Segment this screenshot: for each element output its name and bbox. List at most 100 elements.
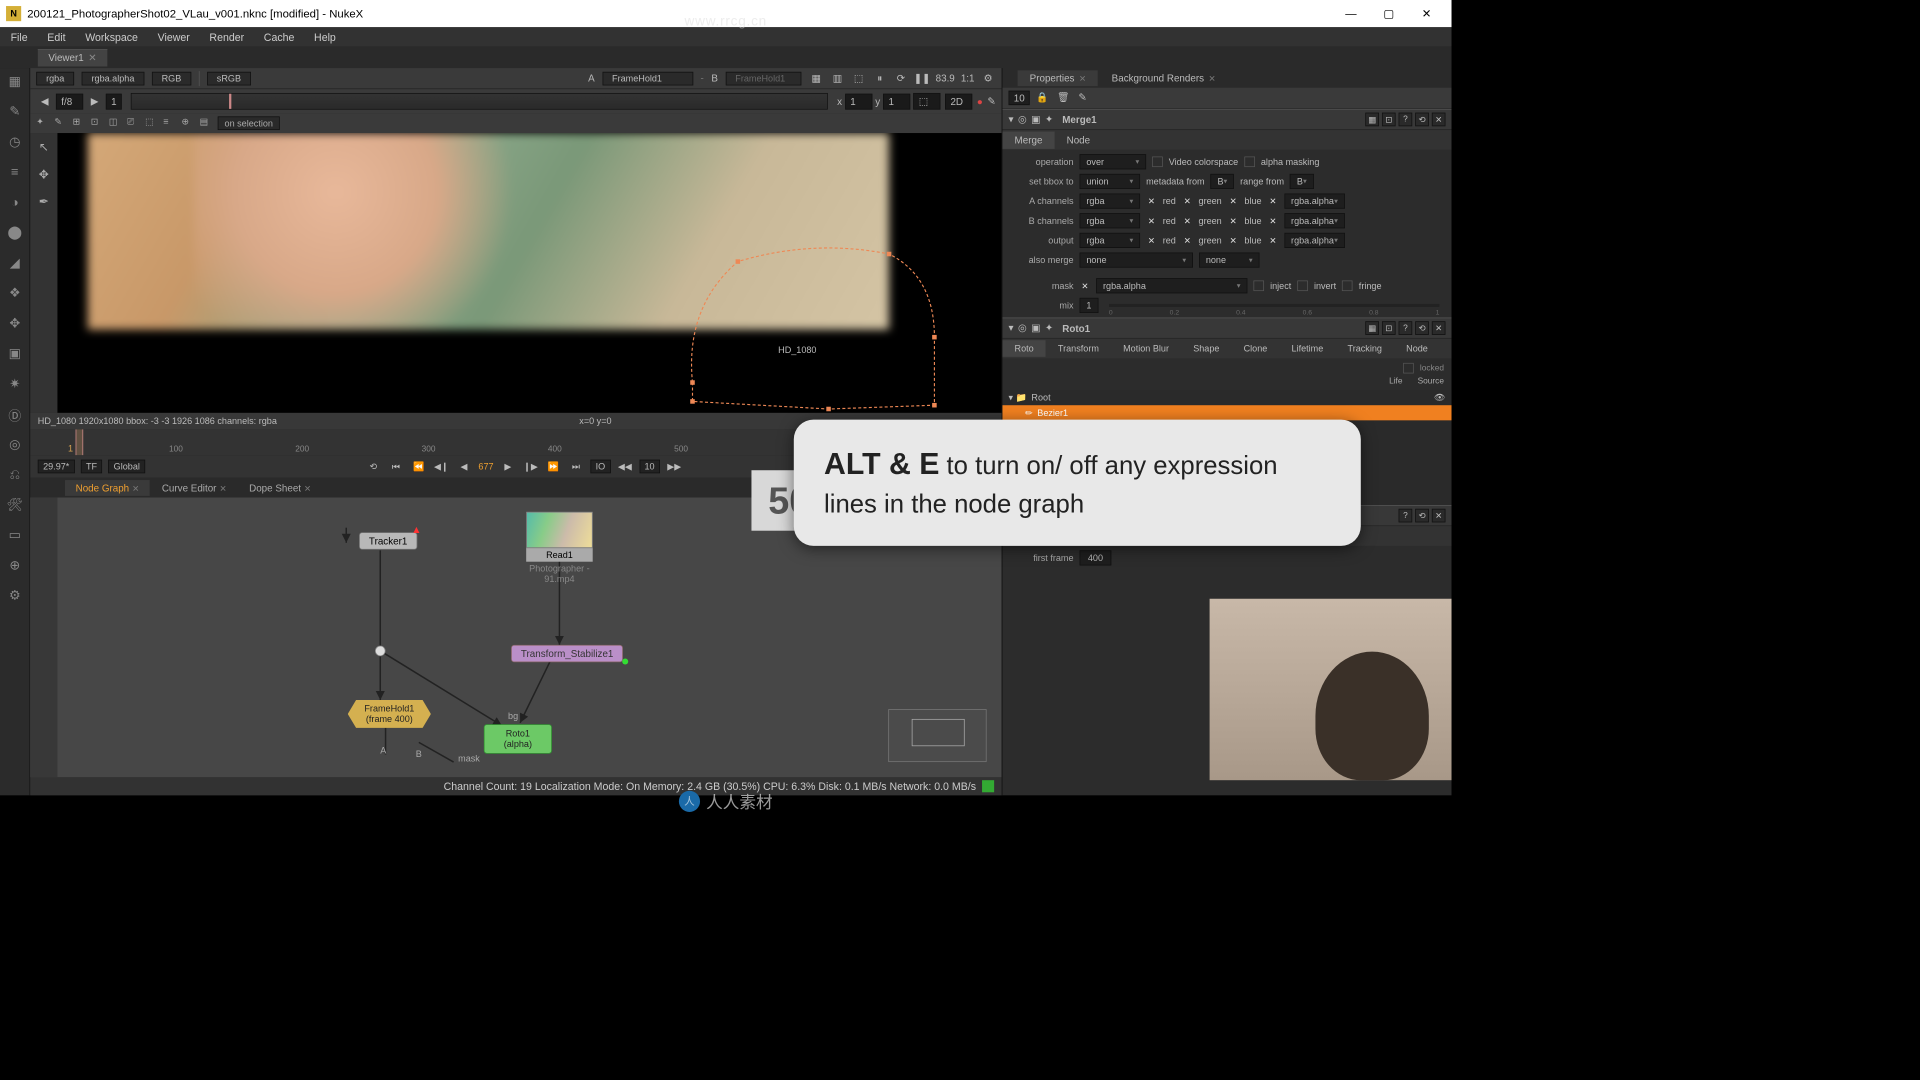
out-r[interactable]: [1146, 235, 1157, 246]
tool-image-icon[interactable]: ▦: [6, 73, 24, 91]
bch-r[interactable]: [1146, 215, 1157, 226]
vi-3[interactable]: ⊞: [73, 116, 88, 130]
vi-2[interactable]: ✎: [54, 116, 69, 130]
ff-field[interactable]: 400: [1080, 550, 1112, 565]
tool-meta-icon[interactable]: ⎌: [6, 466, 24, 484]
out-select[interactable]: rgba: [1080, 233, 1140, 248]
roto-tab-roto[interactable]: Roto: [1002, 340, 1045, 357]
phi-help[interactable]: ?: [1399, 509, 1413, 523]
gain-slider[interactable]: [131, 93, 828, 110]
mask-x[interactable]: [1080, 280, 1091, 291]
ach-alpha[interactable]: rgba.alpha: [1284, 194, 1344, 209]
op-select[interactable]: over: [1080, 154, 1147, 169]
node-tracker[interactable]: Tracker1: [359, 532, 417, 549]
roto-tab-transform[interactable]: Transform: [1046, 340, 1111, 357]
merge-tab-node[interactable]: Node: [1055, 131, 1103, 148]
menu-workspace[interactable]: Workspace: [79, 29, 144, 44]
center-icon[interactable]: ◎: [1018, 322, 1027, 334]
roi-icon[interactable]: ▥: [830, 71, 845, 85]
center-icon[interactable]: ◎: [1018, 113, 1027, 125]
tool-draw-icon[interactable]: ✎: [6, 103, 24, 121]
meta-select[interactable]: B: [1211, 174, 1234, 189]
play-icon[interactable]: ❚❚: [914, 71, 929, 85]
prev-key-icon[interactable]: ⏪: [410, 459, 427, 474]
bch-g[interactable]: [1182, 215, 1193, 226]
tool-keyer-icon[interactable]: ◢: [6, 254, 24, 272]
out-alpha[interactable]: rgba.alpha: [1284, 233, 1344, 248]
tree-bezier[interactable]: ✏ Bezier1: [1002, 405, 1451, 420]
tool-other-icon[interactable]: ▭: [6, 526, 24, 544]
vi-4[interactable]: ⊡: [91, 116, 106, 130]
menu-file[interactable]: File: [5, 29, 34, 44]
roto-tab-shape[interactable]: Shape: [1181, 340, 1231, 357]
phi-1[interactable]: ▦: [1365, 321, 1379, 335]
last-frame-icon[interactable]: ⏭: [568, 459, 585, 474]
step-back-icon[interactable]: ◀❙: [433, 459, 450, 474]
locked-check[interactable]: [1403, 363, 1414, 374]
phi-revert[interactable]: ⟲: [1415, 509, 1429, 523]
collapse-icon[interactable]: ▾: [1009, 113, 1014, 125]
zoom-ratio[interactable]: 1:1: [961, 73, 975, 84]
rgb-select[interactable]: RGB: [152, 71, 191, 85]
x-field[interactable]: 1: [845, 93, 872, 109]
tab-properties[interactable]: Properties✕: [1018, 70, 1098, 86]
phi-help[interactable]: ?: [1399, 113, 1413, 127]
bch-b[interactable]: [1228, 215, 1239, 226]
merge-header[interactable]: ▾ ◎ ▣ ✦ Merge1 ▦ ⊡ ? ⟲ ✕: [1002, 109, 1451, 130]
loop-icon[interactable]: ⟲: [365, 459, 382, 474]
find-icon[interactable]: ▣: [1031, 113, 1040, 125]
roto-header[interactable]: ▾ ◎ ▣ ✦ Roto1 ▦ ⊡ ? ⟲ ✕: [1002, 318, 1451, 339]
menu-cache[interactable]: Cache: [258, 29, 301, 44]
proxy-icon[interactable]: ⬚: [851, 71, 866, 85]
vi-10[interactable]: ▤: [200, 116, 215, 130]
refresh-icon[interactable]: ⟳: [893, 71, 908, 85]
roto-tab-tracking[interactable]: Tracking: [1335, 340, 1394, 357]
vi-1[interactable]: ✦: [36, 116, 51, 130]
alpha-select[interactable]: rgba.alpha: [82, 71, 145, 85]
b-input-select[interactable]: FrameHold1: [725, 71, 801, 85]
fstop-next[interactable]: ▶: [86, 94, 103, 109]
node-dot[interactable]: [375, 646, 386, 657]
tab-dope-sheet[interactable]: Dope Sheet✕: [239, 480, 322, 496]
phi-help[interactable]: ?: [1399, 321, 1413, 335]
menu-edit[interactable]: Edit: [41, 29, 71, 44]
tab-curve-editor[interactable]: Curve Editor✕: [151, 480, 237, 496]
bbox-icon[interactable]: ⬚: [913, 93, 940, 110]
bch-select[interactable]: rgba: [1080, 213, 1140, 228]
minimap[interactable]: [888, 709, 986, 762]
colorspace-select[interactable]: sRGB: [207, 71, 251, 85]
node-read[interactable]: Read1 Photographer - 91.mp4: [517, 510, 602, 587]
phi-close[interactable]: ✕: [1432, 509, 1446, 523]
zoom-pct[interactable]: 83.9: [936, 73, 955, 84]
tool-channel-icon[interactable]: ≡: [6, 163, 24, 181]
viewer-canvas[interactable]: HD_1080: [57, 133, 1001, 413]
ach-b[interactable]: [1228, 196, 1239, 207]
viewer-tab[interactable]: Viewer1✕: [38, 49, 107, 66]
roto-overlay[interactable]: [677, 231, 942, 412]
transform-tool-icon[interactable]: ✥: [36, 166, 53, 183]
play-fwd-icon[interactable]: ▶: [500, 459, 517, 474]
viewer-gear-icon[interactable]: ⚙: [981, 71, 996, 85]
vi-6[interactable]: ⎚: [127, 116, 142, 130]
ach-a[interactable]: [1268, 196, 1279, 207]
ach-g[interactable]: [1182, 196, 1193, 207]
roto-tab-node[interactable]: Node: [1394, 340, 1440, 357]
first-frame-icon[interactable]: ⏮: [388, 459, 405, 474]
rp-count-field[interactable]: 10: [1009, 91, 1031, 105]
tool-deep-icon[interactable]: Ⓓ: [6, 405, 24, 423]
tool-merge-icon[interactable]: ❖: [6, 284, 24, 302]
menu-viewer[interactable]: Viewer: [152, 29, 196, 44]
tool-3d-icon[interactable]: ▣: [6, 345, 24, 363]
tool-color-icon[interactable]: ◑: [6, 194, 24, 212]
ach-r[interactable]: [1146, 196, 1157, 207]
skip-n-field[interactable]: 10: [639, 460, 660, 474]
select-tool-icon[interactable]: ↖: [36, 139, 53, 156]
phi-2[interactable]: ⊡: [1382, 321, 1396, 335]
find-icon[interactable]: ▣: [1031, 322, 1040, 334]
ach-select[interactable]: rgba: [1080, 194, 1140, 209]
roto-tab-mblur[interactable]: Motion Blur: [1111, 340, 1181, 357]
a-input-select[interactable]: FrameHold1: [602, 71, 693, 85]
io-field[interactable]: IO: [590, 460, 610, 474]
out-b[interactable]: [1228, 235, 1239, 246]
phi-1[interactable]: ▦: [1365, 113, 1379, 127]
